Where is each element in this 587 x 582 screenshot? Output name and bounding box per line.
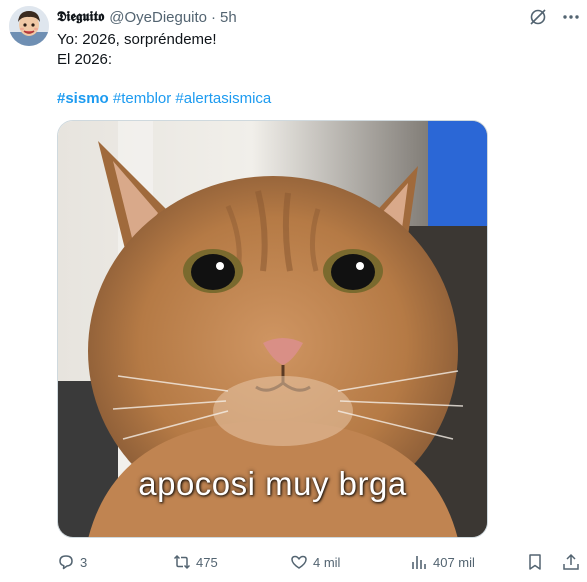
tweet-text: Yo: 2026, sorpréndeme! El 2026: (57, 30, 217, 70)
tweet-card[interactable]: 𝕯𝖎𝖊𝖌𝖚𝖎𝖙𝖔 @OyeDieguito · 5h Yo: 2026, sor… (0, 0, 587, 582)
handle[interactable]: @OyeDieguito (109, 9, 207, 26)
more-icon[interactable] (561, 9, 581, 25)
share-icon[interactable] (562, 553, 580, 571)
separator-dot: · (211, 8, 217, 26)
retweet-button[interactable]: 475 (173, 553, 218, 571)
views-button[interactable]: 407 mil (410, 553, 475, 571)
tweet-line-2: El 2026: (57, 51, 113, 68)
tweet-line-1: Yo: 2026, sorpréndeme! (57, 31, 217, 48)
display-name[interactable]: 𝕯𝖎𝖊𝖌𝖚𝖎𝖙𝖔 (57, 9, 104, 25)
hashtag-sismo[interactable]: #sismo (57, 90, 109, 107)
bookmark-icon[interactable] (526, 553, 544, 571)
retweet-count: 475 (196, 554, 218, 570)
action-bar: 3 475 4 mil 407 mil (0, 550, 587, 576)
reply-button[interactable]: 3 (57, 553, 87, 571)
views-icon (412, 556, 426, 569)
like-count: 4 mil (313, 554, 341, 570)
views-count: 407 mil (433, 554, 475, 570)
hashtags: #sismo #temblor #alertasismica (57, 89, 271, 109)
retweet-icon (173, 554, 191, 570)
meme-caption: apocosi muy brga (138, 465, 407, 502)
like-icon (291, 555, 307, 569)
reply-count: 3 (80, 554, 88, 570)
grok-icon[interactable] (528, 7, 548, 27)
tweet-media[interactable]: apocosi muy brga (57, 120, 488, 538)
hashtag-alertasismica[interactable]: #alertasismica (175, 90, 271, 107)
timestamp[interactable]: 5h (220, 9, 237, 26)
like-button[interactable]: 4 mil (290, 553, 340, 571)
avatar[interactable] (9, 6, 49, 46)
tweet-header: 𝕯𝖎𝖊𝖌𝖚𝖎𝖙𝖔 @OyeDieguito · 5h (57, 7, 237, 27)
hashtag-temblor[interactable]: #temblor (113, 90, 171, 107)
reply-icon (59, 555, 73, 570)
